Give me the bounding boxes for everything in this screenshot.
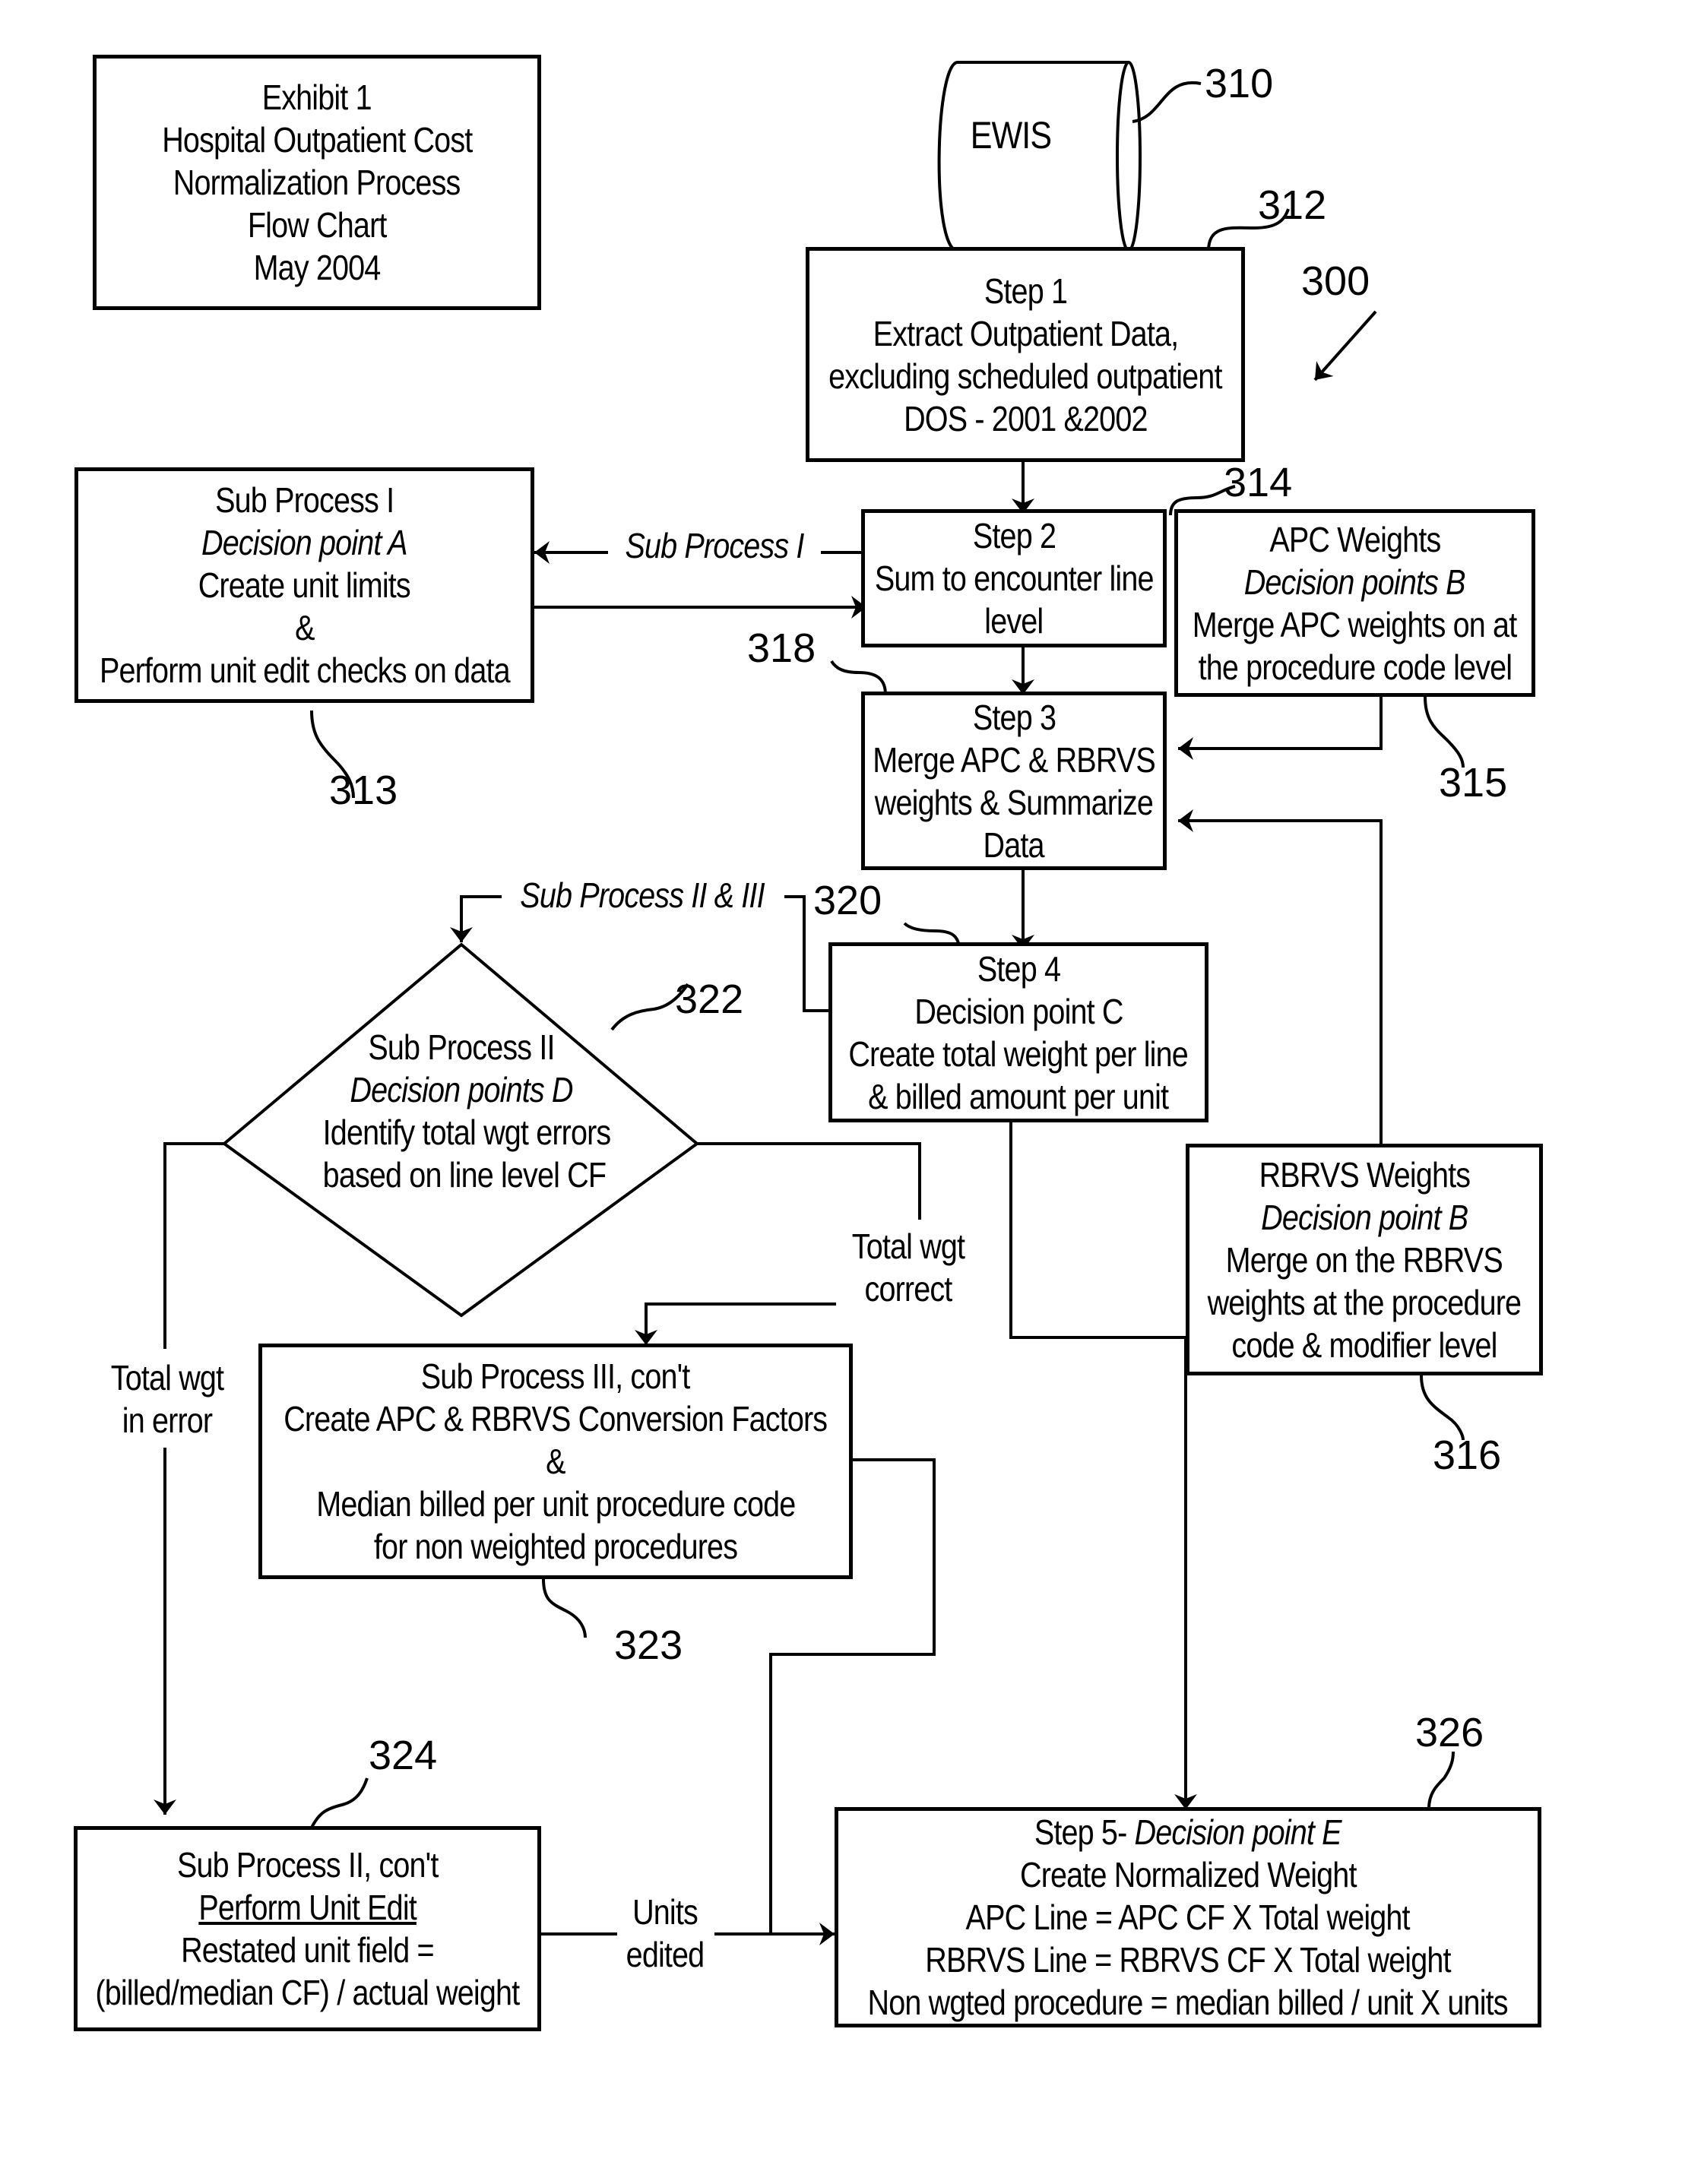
leader-323 — [542, 1578, 587, 1638]
sub1-line: Decision point A — [201, 523, 408, 562]
ref-312: 312 — [1258, 182, 1327, 228]
title-line: Hospital Outpatient Cost — [161, 120, 473, 160]
title-line: May 2004 — [253, 248, 382, 287]
step5-line: RBRVS Line = RBRVS CF X Total weight — [925, 1940, 1451, 1980]
step5-line: Non wgted procedure = median billed / un… — [867, 1983, 1509, 2022]
sub3-line: Create APC & RBRVS Conversion Factors — [284, 1399, 828, 1439]
edge-rbrvs-to-step3 — [1178, 809, 1383, 1147]
figure-ref-300-arrow — [1313, 310, 1377, 381]
edge-label-total-wgt-correct: Total wgt correct — [851, 1227, 965, 1309]
sub3-line: Sub Process III, con't — [421, 1356, 691, 1396]
title-line: Flow Chart — [247, 205, 388, 245]
ref-322: 322 — [675, 976, 744, 1022]
step2-line: Sum to encounter line — [874, 559, 1155, 598]
rbrvs-line: weights at the procedure — [1207, 1282, 1522, 1322]
leader-315 — [1424, 696, 1465, 768]
step1-line: DOS - 2001 &2002 — [903, 398, 1148, 438]
apc-line: the procedure code level — [1198, 647, 1512, 687]
ref-300: 300 — [1301, 258, 1370, 304]
edge-step4-to-step5 — [1009, 1122, 1197, 1809]
edge-sub2-error-a — [163, 1142, 224, 1349]
ref-313: 313 — [329, 768, 398, 813]
step4-line: Decision point C — [914, 991, 1123, 1031]
sub2-decision: Sub Process II Decision points D Identif… — [300, 1026, 622, 1196]
rbrvs-line: RBRVS Weights — [1259, 1154, 1470, 1195]
step3-line: weights & Summarize — [874, 782, 1154, 822]
sub3-box: Sub Process III, con't Create APC & RBRV… — [258, 1344, 853, 1579]
step5-line: Create Normalized Weight — [1019, 1855, 1357, 1894]
rbrvs-line: Merge on the RBRVS — [1225, 1239, 1503, 1280]
title-line: Normalization Process — [173, 163, 461, 202]
rbrvs-weights-box: RBRVS Weights Decision point B Merge on … — [1186, 1144, 1543, 1375]
apc-line: APC Weights — [1269, 519, 1441, 559]
ref-323: 323 — [614, 1622, 683, 1668]
apc-weights-box: APC Weights Decision points B Merge APC … — [1174, 509, 1535, 697]
title-box: Exhibit 1 Hospital Outpatient Cost Norma… — [93, 55, 541, 310]
ewis-label: EWIS — [970, 114, 1052, 157]
step4-line: & billed amount per unit — [868, 1076, 1169, 1116]
sub1-line: Perform unit edit checks on data — [99, 650, 511, 690]
ref-320: 320 — [813, 878, 882, 923]
step4-box: Step 4 Decision point C Create total wei… — [828, 942, 1208, 1122]
step1-box: Step 1 Extract Outpatient Data, excludin… — [806, 247, 1245, 462]
ewis-cylinder-shape — [937, 61, 1142, 252]
sub2b-box: Sub Process II, con't Perform Unit Edit … — [74, 1826, 541, 2031]
step3-box: Step 3 Merge APC & RBRVS weights & Summa… — [861, 692, 1167, 870]
ref-315: 315 — [1439, 760, 1508, 806]
rbrvs-line: code & modifier level — [1231, 1325, 1497, 1365]
ref-316: 316 — [1433, 1432, 1502, 1478]
title-line: Exhibit 1 — [262, 78, 372, 117]
ref-318: 318 — [747, 625, 816, 671]
step2-line: Step 2 — [972, 516, 1056, 555]
edge-label-total-wgt-error: Total wgt in error — [110, 1358, 224, 1440]
leader-326 — [1427, 1751, 1455, 1809]
step2-line: level — [984, 601, 1044, 641]
ref-326: 326 — [1415, 1710, 1484, 1755]
step1-line: Extract Outpatient Data, — [873, 313, 1178, 353]
sub1-box: Sub Process I Decision point A Create un… — [74, 467, 534, 703]
edge-sub2-correct-a — [697, 1142, 921, 1220]
leader-310 — [1132, 81, 1202, 123]
edge-label-units-edited: Units edited — [626, 1892, 705, 1974]
sub2-line: Identify total wgt errors — [322, 1113, 612, 1152]
apc-line: Decision points B — [1243, 562, 1466, 602]
sub3-line: & — [546, 1442, 565, 1481]
apc-line: Merge APC weights on at — [1193, 604, 1517, 644]
edge-label-sub-process-2-3: Sub Process II & III — [520, 875, 765, 915]
step5-line: Step 5- Decision point E — [1034, 1812, 1342, 1852]
sub2-line: based on line level CF — [322, 1155, 607, 1195]
sub1-line: Create unit limits — [198, 565, 411, 605]
sub2b-line: Restated unit field = — [181, 1930, 435, 1970]
edge-apc-to-step3 — [1178, 697, 1383, 760]
sub2b-line: Sub Process II, con't — [176, 1845, 439, 1885]
ref-314: 314 — [1224, 460, 1293, 505]
step3-line: Data — [983, 825, 1045, 865]
step5-line: APC Line = APC CF X Total weight — [965, 1898, 1411, 1937]
sub2-line: Sub Process II — [368, 1027, 555, 1067]
rbrvs-line: Decision point B — [1260, 1197, 1468, 1237]
sub3-line: for non weighted procedures — [373, 1527, 738, 1566]
step1-line: Step 1 — [984, 271, 1067, 311]
step5-box: Step 5- Decision point E Create Normaliz… — [835, 1807, 1541, 2027]
leader-324 — [310, 1777, 369, 1828]
sub3-line: Median billed per unit procedure code — [315, 1484, 796, 1524]
leader-318 — [830, 660, 887, 695]
ref-324: 324 — [369, 1733, 438, 1778]
sub2b-line: Perform Unit Edit — [198, 1888, 417, 1927]
sub1-line: & — [294, 608, 315, 647]
sub2b-line: (billed/median CF) / actual weight — [95, 1973, 521, 2012]
edge-label-sub-process-1: Sub Process I — [625, 526, 804, 565]
edge-sub2-correct-b — [635, 1302, 836, 1345]
leader-316 — [1420, 1375, 1465, 1441]
step3-line: Step 3 — [972, 697, 1056, 737]
step2-box: Step 2 Sum to encounter line level — [861, 509, 1167, 647]
step4-line: Create total weight per line — [848, 1033, 1189, 1074]
ref-310: 310 — [1205, 61, 1274, 106]
step1-line: excluding scheduled outpatient — [828, 356, 1222, 396]
sub1-line: Sub Process I — [214, 480, 394, 520]
sub2-line: Decision points D — [350, 1070, 573, 1109]
ewis-node: EWIS — [954, 114, 1068, 157]
step3-line: Merge APC & RBRVS — [873, 739, 1155, 780]
step4-line: Step 4 — [977, 948, 1060, 989]
